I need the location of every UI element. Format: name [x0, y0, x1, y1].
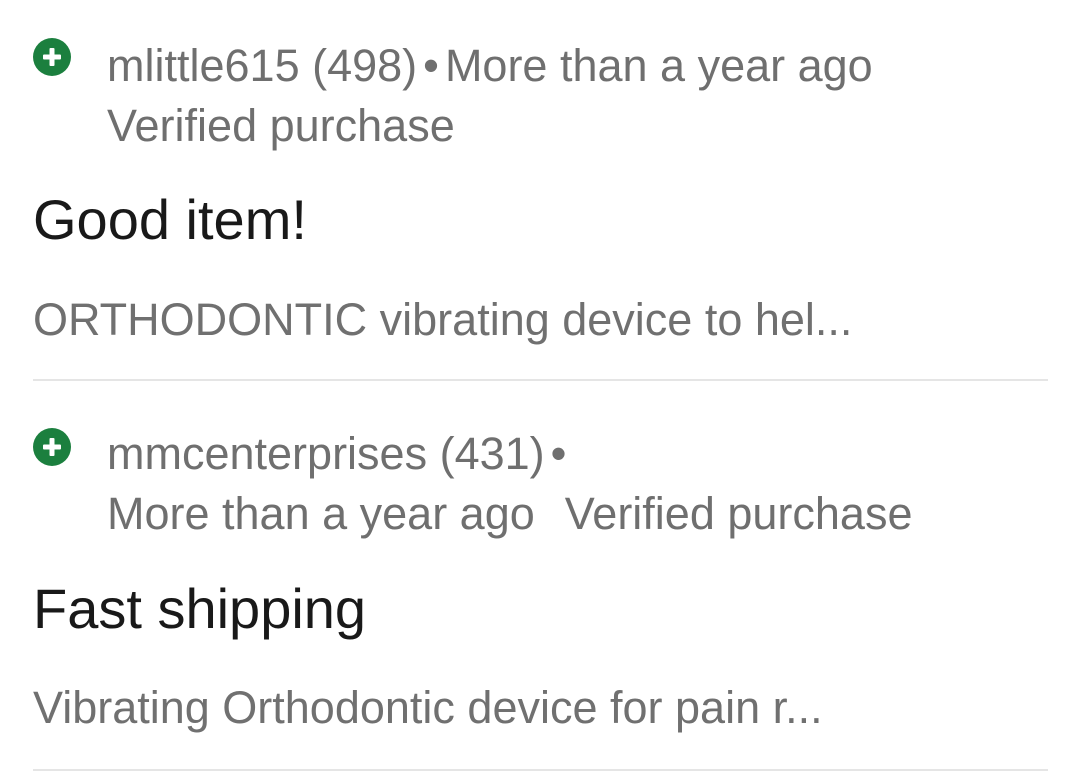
review-title[interactable]: Fast shipping: [33, 577, 366, 641]
review-meta: mlittle615 (498) • More than a year ago Ve…: [107, 36, 1050, 156]
review-time: More than a year ago: [107, 488, 535, 539]
reviewer-score: (431): [439, 428, 545, 479]
reviewer-username[interactable]: mmcenterprises: [107, 428, 427, 479]
review-meta: mmcenterprises (431) • More than a year a…: [107, 424, 1050, 544]
verified-purchase-label: Verified purchase: [107, 100, 455, 151]
divider: [33, 769, 1048, 771]
positive-feedback-icon: [33, 428, 71, 466]
review-excerpt[interactable]: Vibrating Orthodontic device for pain r.…: [33, 680, 823, 736]
review-time: More than a year ago: [444, 40, 873, 91]
separator-dot: •: [423, 40, 439, 91]
review-excerpt[interactable]: ORTHODONTIC vibrating device to hel...: [33, 292, 852, 348]
reviewer-username[interactable]: mlittle615: [107, 40, 300, 91]
review-title[interactable]: Good item!: [33, 188, 307, 252]
divider: [33, 379, 1048, 381]
review-item[interactable]: mmcenterprises (431) • More than a year a…: [0, 384, 1080, 771]
verified-purchase-label: Verified purchase: [564, 488, 913, 539]
positive-feedback-icon: [33, 38, 71, 76]
review-item[interactable]: mlittle615 (498) • More than a year ago Ve…: [0, 0, 1080, 382]
separator-dot: •: [550, 428, 567, 479]
reviewer-score: (498): [312, 40, 418, 91]
